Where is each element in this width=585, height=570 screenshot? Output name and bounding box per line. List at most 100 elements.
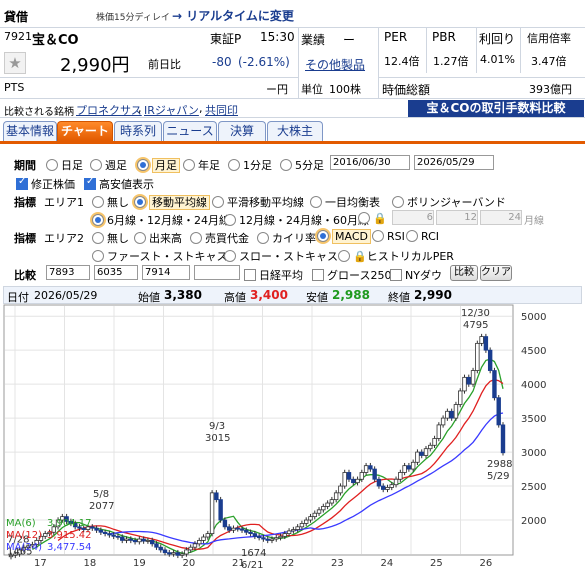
ma-custom-3[interactable] xyxy=(480,210,522,225)
chart-annotation: 12/30 xyxy=(461,308,490,319)
candle-body xyxy=(410,461,416,470)
tab-basic-info[interactable]: 基本情報 xyxy=(3,121,57,141)
date-from-input[interactable] xyxy=(330,155,410,170)
candle-body xyxy=(137,538,142,543)
y-tick-label: 3000 xyxy=(521,448,546,459)
fee-banner[interactable]: 宝＆COの取引手数料比較 xyxy=(408,100,584,117)
candle-body xyxy=(440,417,446,426)
candle-body xyxy=(149,540,155,545)
adjusted-price-checkbox[interactable]: 修正株価 xyxy=(16,176,75,192)
per-value: 12.4倍 xyxy=(384,55,420,68)
candle-body xyxy=(462,376,467,392)
compare-code-4[interactable] xyxy=(194,265,240,280)
period-1min[interactable]: 1分足 xyxy=(228,157,272,173)
x-tick-label: 24 xyxy=(381,558,394,568)
radio-icon xyxy=(317,230,329,242)
tab-timeseries[interactable]: 時系列 xyxy=(114,121,162,141)
ma-custom-1[interactable] xyxy=(392,210,434,225)
pbr-value: 1.27倍 xyxy=(433,55,469,68)
chart-annotation: 4795 xyxy=(463,320,488,331)
hilo-checkbox[interactable]: 高安値表示 xyxy=(84,176,154,192)
date-to-input[interactable] xyxy=(414,155,494,170)
area2-turnover[interactable]: 売買代金 xyxy=(190,230,249,246)
area2-hist-per[interactable]: 🔒ヒストリカルPER xyxy=(338,248,454,264)
area2-rci[interactable]: RCI xyxy=(406,230,439,243)
candle-body xyxy=(453,404,459,419)
area2-macd[interactable]: MACD xyxy=(317,229,371,244)
prev-label: 前日比 xyxy=(148,58,181,71)
mcap-label: 時価総額 xyxy=(382,83,431,97)
area1-bollinger[interactable]: ボリンジャーバンド xyxy=(392,194,506,210)
radio-icon xyxy=(134,232,146,244)
ohlc-date-label: 日付 xyxy=(7,291,29,304)
compare-stock-link[interactable]: 共同印 xyxy=(205,102,238,118)
candle-body xyxy=(428,444,433,450)
stock-code: 7921 xyxy=(4,30,32,43)
candle-body xyxy=(325,502,330,507)
area2-slow-stoch[interactable]: スロー・ストキャス xyxy=(224,248,338,264)
x-tick-label: 25 xyxy=(430,558,443,568)
chart-annotation: 2077 xyxy=(89,501,114,512)
candle-body xyxy=(162,549,168,554)
area2-deviation[interactable]: カイリ率 xyxy=(257,230,316,246)
candle-body xyxy=(312,512,317,518)
area2-none[interactable]: 無し xyxy=(92,230,129,246)
mcap-value: 393億円 xyxy=(529,83,572,96)
area1-none[interactable]: 無し xyxy=(92,194,129,210)
checkbox-icon xyxy=(16,176,28,190)
compare-stocks-row: 比較される銘柄 プロネクサス , IRジャパン , 共同印 宝＆COの取引手数料… xyxy=(0,98,585,118)
candle-body xyxy=(445,410,450,419)
compare-button[interactable]: 比較 xyxy=(450,265,478,281)
candle-body xyxy=(449,410,454,419)
candle-body xyxy=(214,492,219,501)
period-5min[interactable]: 5分足 xyxy=(280,157,324,173)
tab-shareholders[interactable]: 大株主 xyxy=(267,121,323,141)
realtime-link[interactable]: → リアルタイムに変更 xyxy=(172,7,294,24)
candle-body xyxy=(107,533,112,536)
checkbox-icon xyxy=(244,269,256,281)
clear-button[interactable]: クリア xyxy=(480,265,512,281)
candle-body xyxy=(385,487,390,490)
period-yearly[interactable]: 年足 xyxy=(183,157,220,173)
period-monthly[interactable]: 月足 xyxy=(137,157,180,173)
candle-body xyxy=(432,438,437,446)
ohlc-close-label: 終値 xyxy=(388,291,410,304)
y-tick-label: 4000 xyxy=(521,380,546,391)
ma-preset-1[interactable]: 6月線・12月線・24月線 xyxy=(92,212,230,228)
tab-news[interactable]: ニュース xyxy=(163,121,217,141)
area1-ma[interactable]: 移動平均線 xyxy=(134,194,210,210)
nikkei-checkbox[interactable]: 日経平均 xyxy=(244,267,303,283)
candle-body xyxy=(487,349,493,371)
compare-code-3[interactable] xyxy=(142,265,190,280)
indicator2-label: 指標 xyxy=(14,232,36,245)
checkbox-icon xyxy=(84,176,96,190)
area1-smooth-ma[interactable]: 平滑移動平均線 xyxy=(212,194,304,210)
ohlc-open-label: 始値 xyxy=(138,291,160,304)
compare-code-1[interactable] xyxy=(46,265,90,280)
area1-ichimoku[interactable]: 一目均衡表 xyxy=(310,194,380,210)
favorite-star-button[interactable]: ★ xyxy=(4,52,26,74)
radio-icon xyxy=(92,250,104,262)
growth250-checkbox[interactable]: グロース250 xyxy=(312,267,391,283)
metrics-grid: PER 12.4倍 PBR 1.27倍 利回り 4.01% 信用倍率 3.47倍… xyxy=(378,28,585,98)
candle-body xyxy=(248,531,253,535)
ma-preset-2[interactable]: 12月線・24月線・60月線 xyxy=(224,212,369,228)
ma-custom-radio[interactable]: 🔒 xyxy=(358,212,387,225)
radio-icon xyxy=(224,250,236,262)
area2-volume[interactable]: 出来高 xyxy=(134,230,182,246)
compare-stock-link[interactable]: IRジャパン xyxy=(144,102,199,118)
area2-fast-stoch[interactable]: ファースト・ストキャス xyxy=(92,248,227,264)
period-weekly[interactable]: 週足 xyxy=(90,157,127,173)
compare-stock-link[interactable]: プロネクサス xyxy=(76,102,142,118)
period-daily[interactable]: 日足 xyxy=(46,157,83,173)
other-products-link[interactable]: その他製品 xyxy=(305,56,365,73)
tab-chart[interactable]: チャート xyxy=(57,121,113,141)
compare-code-2[interactable] xyxy=(94,265,138,280)
candle-body xyxy=(381,485,386,490)
nydow-checkbox[interactable]: NYダウ xyxy=(390,267,442,283)
ma-custom-2[interactable] xyxy=(436,210,478,225)
candle-body xyxy=(321,506,326,511)
tab-earnings[interactable]: 決算 xyxy=(218,121,266,141)
price-chart[interactable]: 7/285/89/313353/1316746/2112/3029885/291… xyxy=(3,304,582,568)
area2-rsi[interactable]: RSI xyxy=(372,230,405,243)
